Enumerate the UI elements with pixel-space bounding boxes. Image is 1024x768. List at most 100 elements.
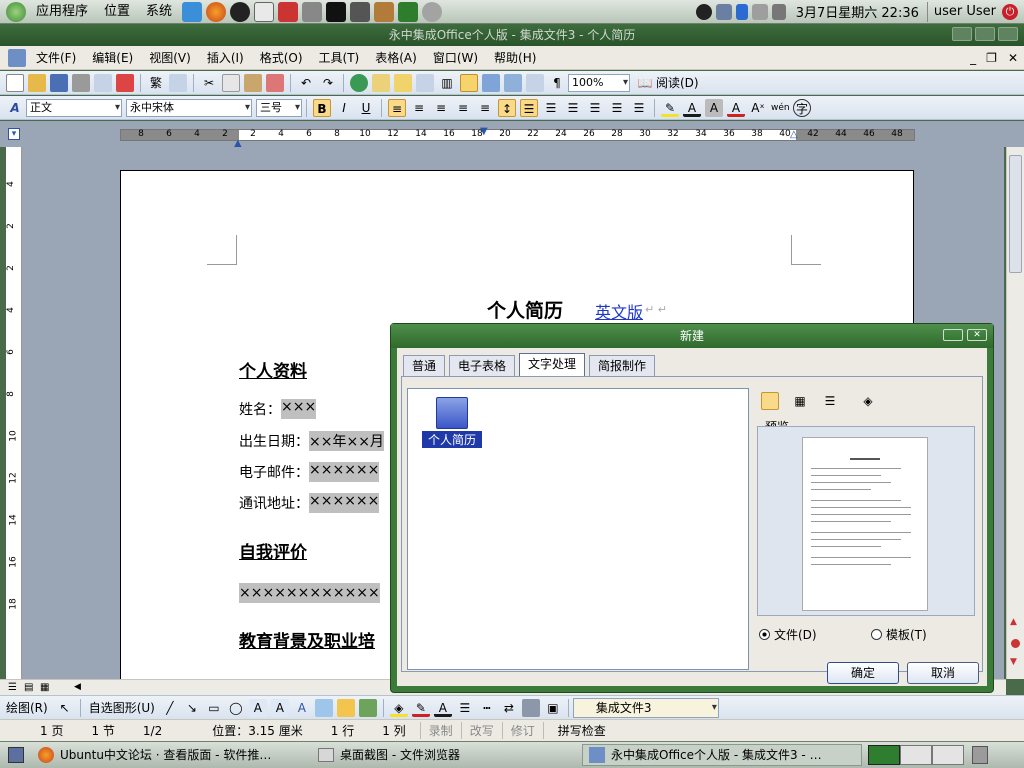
- tab-spreadsheet[interactable]: 电子表格: [449, 355, 516, 377]
- char-border-icon[interactable]: A: [727, 99, 745, 117]
- normal-view-icon[interactable]: ☰: [8, 682, 17, 693]
- menu-format[interactable]: 格式(O): [252, 46, 311, 70]
- terminal-icon[interactable]: [326, 1, 347, 22]
- window-titlebar[interactable]: 永中集成Office个人版 - 集成文件3 - 个人简历: [0, 24, 1024, 46]
- tab-general[interactable]: 普通: [403, 355, 446, 377]
- vertical-scrollbar[interactable]: ▲ ▼: [1006, 147, 1024, 679]
- print-preview-icon[interactable]: [94, 73, 112, 92]
- launcher-app-icon[interactable]: [182, 1, 203, 22]
- archive-icon[interactable]: [374, 1, 395, 22]
- show-desktop-icon[interactable]: [8, 747, 24, 763]
- menu-help[interactable]: 帮助(H): [486, 46, 544, 70]
- template-list[interactable]: 个人简历: [407, 388, 749, 670]
- vertical-ruler[interactable]: 4 2 2 4 6 8 10 12 14 16 18: [6, 147, 22, 679]
- online-template-icon[interactable]: ◈: [859, 392, 877, 410]
- arrow-icon[interactable]: ↘: [183, 699, 201, 717]
- fill-color-icon[interactable]: ◈: [389, 699, 408, 717]
- char-shading-icon[interactable]: A: [705, 98, 723, 117]
- dash-style-icon[interactable]: ┅: [478, 699, 496, 717]
- workspace-3[interactable]: [932, 745, 964, 765]
- details-view-icon[interactable]: ☰: [821, 392, 839, 410]
- create-as-template-radio[interactable]: 模板(T): [871, 626, 927, 643]
- menu-window[interactable]: 窗口(W): [425, 46, 486, 70]
- cancel-button[interactable]: 取消: [907, 662, 979, 684]
- arrow-style-icon[interactable]: ⇄: [500, 699, 518, 717]
- hyperlink-icon[interactable]: [350, 73, 368, 92]
- zoom-icon[interactable]: [526, 73, 544, 92]
- network-icon[interactable]: [715, 3, 732, 20]
- rectangle-icon[interactable]: ▭: [205, 699, 223, 717]
- chart-icon[interactable]: ▥: [438, 74, 456, 92]
- close-button[interactable]: [998, 27, 1018, 41]
- menu-file[interactable]: 文件(F): [28, 46, 84, 70]
- drawing-icon[interactable]: [460, 73, 478, 92]
- workspace-switcher[interactable]: [868, 745, 900, 765]
- spellcheck-icon[interactable]: [169, 73, 187, 92]
- insert-sheet-icon[interactable]: [394, 73, 412, 92]
- bullets-icon[interactable]: ☰: [542, 99, 560, 117]
- task-office[interactable]: 永中集成Office个人版 - 集成文件3 - …: [582, 744, 862, 766]
- paste-icon[interactable]: [244, 73, 262, 92]
- dialog-close-button[interactable]: ✕: [967, 329, 987, 341]
- field-value[interactable]: ××××××: [309, 462, 380, 482]
- screenshot-icon[interactable]: [254, 1, 275, 22]
- navigator-icon[interactable]: [504, 73, 522, 92]
- outline-view-icon[interactable]: ▦: [40, 682, 49, 693]
- font-color-icon[interactable]: A: [683, 99, 701, 117]
- picture-icon[interactable]: [358, 698, 377, 717]
- read-mode-button[interactable]: 阅读(D): [656, 74, 699, 91]
- underline-button[interactable]: U: [357, 99, 375, 117]
- field-value[interactable]: ××年××月: [309, 431, 384, 451]
- english-version-link[interactable]: 英文版: [595, 299, 643, 323]
- style-select[interactable]: 正文: [26, 98, 122, 117]
- copy-icon[interactable]: [222, 73, 240, 92]
- traditional-chinese-icon[interactable]: 繁: [147, 74, 165, 92]
- template-item[interactable]: 个人简历: [422, 397, 482, 448]
- increase-indent-icon[interactable]: ☰: [630, 99, 648, 117]
- menu-insert[interactable]: 插入(I): [199, 46, 252, 70]
- italic-button[interactable]: I: [335, 99, 353, 117]
- hanging-indent-marker[interactable]: ▼: [480, 126, 488, 137]
- columns-icon[interactable]: [416, 73, 434, 92]
- size-select[interactable]: 三号: [256, 98, 302, 117]
- gnome-foot-icon[interactable]: [422, 1, 443, 22]
- maximize-button[interactable]: [975, 27, 995, 41]
- distributed-icon[interactable]: ≡: [476, 99, 494, 117]
- ellipse-icon[interactable]: ◯: [227, 699, 245, 717]
- select-arrow-icon[interactable]: ↖: [56, 699, 74, 717]
- numbering-icon[interactable]: ☰: [564, 99, 582, 117]
- volume-icon[interactable]: [771, 3, 786, 20]
- status-revise[interactable]: 修订: [501, 722, 543, 739]
- scroll-up-arrow[interactable]: ▲: [1010, 617, 1017, 627]
- status-overwrite[interactable]: 改写: [460, 722, 502, 739]
- multilevel-icon[interactable]: ☰: [586, 99, 604, 117]
- menu-tools[interactable]: 工具(T): [311, 46, 368, 70]
- power-icon[interactable]: ⏻: [1002, 3, 1018, 20]
- line-icon[interactable]: ╱: [161, 699, 179, 717]
- 3d-icon[interactable]: ▣: [544, 699, 562, 717]
- browse-object-icon[interactable]: [1011, 639, 1020, 648]
- autoshape-menu[interactable]: 自选图形(U): [85, 699, 159, 716]
- pinyin-icon[interactable]: wén: [771, 99, 790, 117]
- align-left-icon[interactable]: ≡: [388, 98, 406, 117]
- dialog-maximize-button[interactable]: [943, 329, 963, 341]
- task-firefox[interactable]: Ubuntu中文论坛 · 查看版面 - 软件推…: [32, 744, 312, 766]
- clipart-icon[interactable]: [336, 698, 355, 717]
- save-icon[interactable]: [50, 73, 68, 92]
- read-mode-icon[interactable]: 📖: [636, 74, 654, 92]
- line-color-icon[interactable]: ✎: [411, 699, 430, 717]
- dialog-titlebar[interactable]: 新建 ✕: [391, 324, 993, 348]
- menu-system[interactable]: 系统: [138, 0, 180, 24]
- ok-button[interactable]: 确定: [827, 662, 899, 684]
- draw-menu[interactable]: 绘图(R): [6, 699, 54, 716]
- wordart-icon[interactable]: A: [293, 699, 311, 717]
- doc-restore-button[interactable]: ❐: [981, 51, 1002, 65]
- bold-button[interactable]: B: [313, 98, 331, 117]
- redo-icon[interactable]: ↷: [319, 74, 337, 92]
- field-value[interactable]: ×××: [281, 399, 317, 419]
- menu-view[interactable]: 视图(V): [141, 46, 199, 70]
- vertical-textbox-icon[interactable]: A: [270, 698, 289, 717]
- menu-edit[interactable]: 编辑(E): [84, 46, 141, 70]
- tab-selector-icon[interactable]: ▾: [8, 128, 20, 140]
- field-value[interactable]: ××××××: [309, 493, 380, 513]
